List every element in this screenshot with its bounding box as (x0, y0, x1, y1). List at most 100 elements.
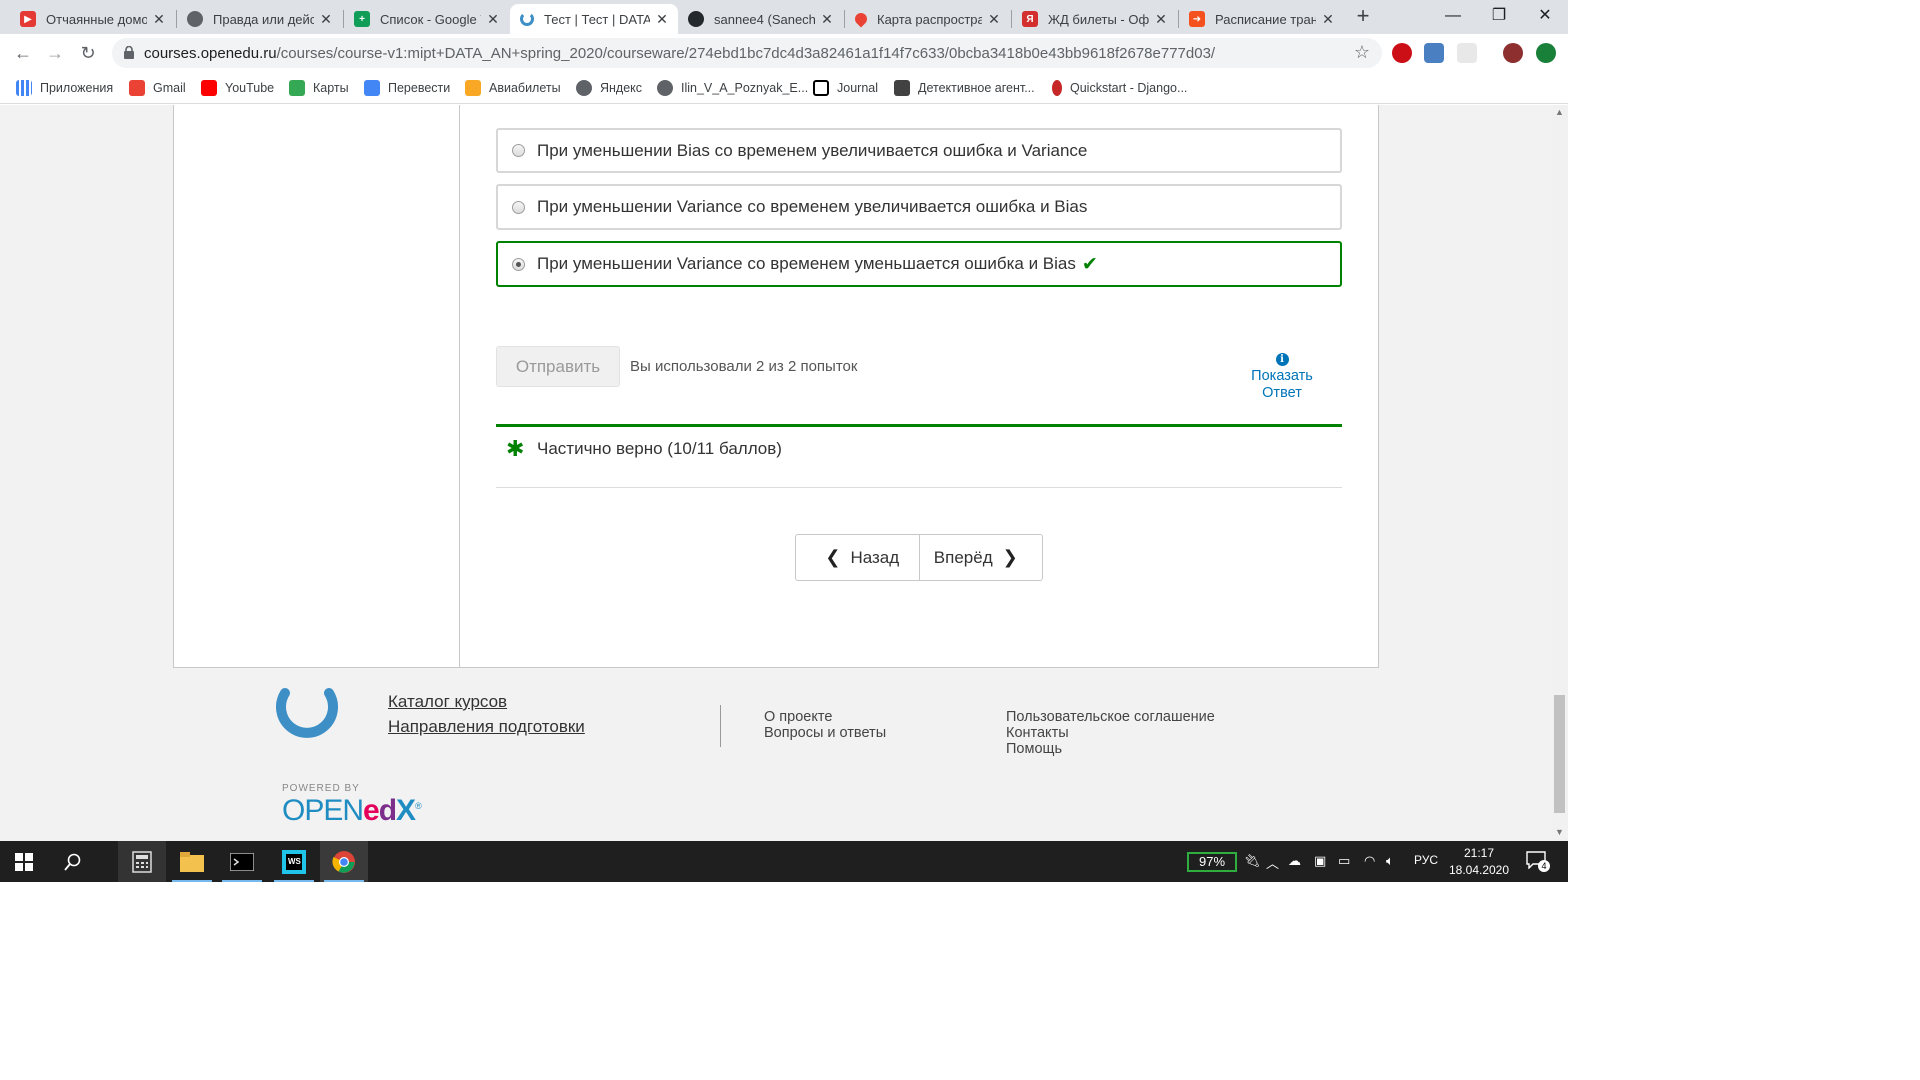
close-tab-icon[interactable]: ✕ (654, 11, 670, 28)
battery-icon[interactable]: ▭ (1338, 853, 1350, 869)
footer-link-agreement[interactable]: Пользовательское соглашение (1006, 709, 1215, 726)
rzd-favicon-icon: Я (1022, 11, 1038, 27)
bookmark-django[interactable]: Quickstart - Django... (1052, 78, 1187, 98)
reload-icon[interactable]: ↻ (75, 40, 101, 66)
footer-divider (720, 705, 721, 747)
bookmark-translate[interactable]: Перевести (364, 78, 450, 98)
close-tab-icon[interactable]: ✕ (485, 11, 501, 28)
clock-date: 18.04.2020 (1448, 863, 1510, 877)
chrome-icon[interactable] (320, 841, 368, 882)
footer-link-about[interactable]: О проекте (764, 709, 832, 726)
scroll-thumb[interactable] (1554, 695, 1565, 813)
bookmark-apps[interactable]: Приложения (16, 78, 113, 98)
address-bar[interactable]: courses.openedu.ru/courses/course-v1:mip… (112, 38, 1382, 68)
browser-tab[interactable]: Карта распростра ✕ (845, 4, 1010, 34)
bookmark-youtube[interactable]: YouTube (201, 78, 274, 98)
onedrive-cloud-icon[interactable]: ☁ (1288, 853, 1301, 869)
close-tab-icon[interactable]: ✕ (819, 11, 835, 28)
bookmark-ilin[interactable]: Ilin_V_A_Poznyak_E... (657, 78, 808, 98)
calculator-icon[interactable] (118, 841, 166, 882)
browser-tab[interactable]: Правда или дейст ✕ (177, 4, 342, 34)
forward-arrow-icon[interactable]: → (42, 40, 68, 66)
network-icon[interactable]: ▣ (1314, 853, 1326, 869)
maps-pin-favicon-icon (852, 10, 870, 28)
blank-extension-icon[interactable] (1457, 43, 1477, 63)
speaker-icon[interactable]: 🔈︎ (1386, 853, 1394, 869)
new-tab-button[interactable]: + (1352, 5, 1374, 28)
close-tab-icon[interactable]: ✕ (1320, 11, 1336, 28)
registered-mark: ® (415, 801, 422, 811)
url-host: courses.openedu.ru (144, 45, 277, 62)
browser-tab[interactable]: ➜ Расписание транс ✕ (1179, 4, 1344, 34)
update-arrow-icon[interactable] (1536, 43, 1556, 63)
globe-icon (657, 80, 673, 96)
answer-option[interactable]: При уменьшении Variance со временем увел… (496, 184, 1342, 230)
openedx-e: e (363, 794, 380, 827)
bookmark-journal[interactable]: Journal (813, 78, 878, 98)
profile-avatar-icon[interactable] (1503, 43, 1523, 63)
tab-title: Карта распростра (877, 11, 982, 27)
bookmark-label: Gmail (153, 81, 186, 95)
footer-link-catalog[interactable]: Каталог курсов (388, 692, 507, 712)
browser-tab-active[interactable]: Тест | Тест | DATA_ ✕ (510, 4, 678, 34)
page-scrollbar[interactable]: ▲ ▼ (1551, 105, 1568, 841)
openedx-wordmark: OPENedX® (282, 794, 422, 828)
close-tab-icon[interactable]: ✕ (1153, 11, 1169, 28)
next-button[interactable]: Вперёд ❯ (918, 535, 1043, 580)
answer-option[interactable]: При уменьшении Bias со временем увеличив… (496, 128, 1342, 173)
close-tab-icon[interactable]: ✕ (151, 11, 167, 28)
windows-start-icon[interactable] (0, 841, 48, 882)
scroll-up-arrow-icon[interactable]: ▲ (1555, 107, 1564, 117)
footer-link-faq[interactable]: Вопросы и ответы (764, 725, 886, 742)
terminal-icon[interactable] (218, 841, 266, 882)
powered-by-openedx-logo[interactable]: POWERED BY OPENedX® (282, 783, 422, 828)
webstorm-icon[interactable]: WS (270, 841, 318, 882)
youtube-favicon-icon: ▶ (20, 11, 36, 27)
bookmark-star-icon[interactable]: ☆ (1354, 42, 1370, 63)
close-window-button[interactable]: ✕ (1522, 0, 1568, 32)
footer-link-help[interactable]: Помощь (1006, 741, 1062, 758)
bookmarks-bar: Приложения Gmail YouTube Карты Перевести… (0, 72, 1568, 104)
chevron-up-icon[interactable]: ︿ (1266, 853, 1279, 872)
result-notification: ✱ Частично верно (10/11 баллов) (496, 427, 1342, 488)
notification-center-icon[interactable]: 4 (1526, 851, 1550, 872)
radio-button-selected[interactable] (512, 257, 525, 271)
power-plug-icon[interactable]: 🔌︎ (1244, 853, 1261, 869)
show-answer-button[interactable]: i Показать Ответ (1242, 350, 1322, 402)
opera-extension-icon[interactable] (1392, 43, 1412, 63)
previous-button[interactable]: ❮ Назад (796, 535, 919, 580)
wifi-icon[interactable]: ◠ (1364, 853, 1375, 869)
bookmark-detective[interactable]: Детективное агент... (894, 78, 1035, 98)
system-clock[interactable]: 21:17 18.04.2020 (1446, 845, 1512, 879)
browser-tab[interactable]: ▶ Отчаянные домох ✕ (10, 4, 175, 34)
keyboard-language[interactable]: РУС (1414, 853, 1438, 867)
openedx-d: d (378, 794, 397, 827)
bookmark-maps[interactable]: Карты (289, 78, 349, 98)
scroll-down-arrow-icon[interactable]: ▼ (1555, 827, 1564, 837)
browser-tab[interactable]: + Список - Google Т ✕ (344, 4, 509, 34)
maps-icon (289, 80, 305, 96)
file-explorer-icon[interactable] (168, 841, 216, 882)
browser-tab[interactable]: sannee4 (Sanechk ✕ (678, 4, 843, 34)
chart-extension-icon[interactable] (1424, 43, 1444, 63)
close-tab-icon[interactable]: ✕ (318, 11, 334, 28)
answer-option-correct[interactable]: При уменьшении Variance со временем умен… (496, 241, 1342, 287)
bookmark-gmail[interactable]: Gmail (129, 78, 186, 98)
bookmark-flights[interactable]: Авиабилеты (465, 78, 561, 98)
openedu-logo[interactable] (275, 687, 339, 743)
bookmark-label: Quickstart - Django... (1070, 81, 1188, 95)
back-arrow-icon[interactable]: ← (10, 40, 36, 66)
search-icon[interactable] (49, 841, 97, 882)
footer-link-contacts[interactable]: Контакты (1006, 725, 1069, 742)
submit-button[interactable]: Отправить (496, 346, 620, 387)
radio-button[interactable] (512, 144, 525, 157)
close-tab-icon[interactable]: ✕ (986, 11, 1002, 28)
browser-tab[interactable]: Я ЖД билеты - Офи ✕ (1012, 4, 1177, 34)
radio-button[interactable] (512, 200, 525, 214)
bookmark-yandex[interactable]: Яндекс (576, 78, 642, 98)
minimize-window-button[interactable]: — (1430, 0, 1476, 32)
footer-link-directions[interactable]: Направления подготовки (388, 717, 585, 737)
restore-window-button[interactable]: ❐ (1476, 0, 1522, 32)
globe-icon (576, 80, 592, 96)
bookmark-label: Ilin_V_A_Poznyak_E... (681, 81, 809, 95)
